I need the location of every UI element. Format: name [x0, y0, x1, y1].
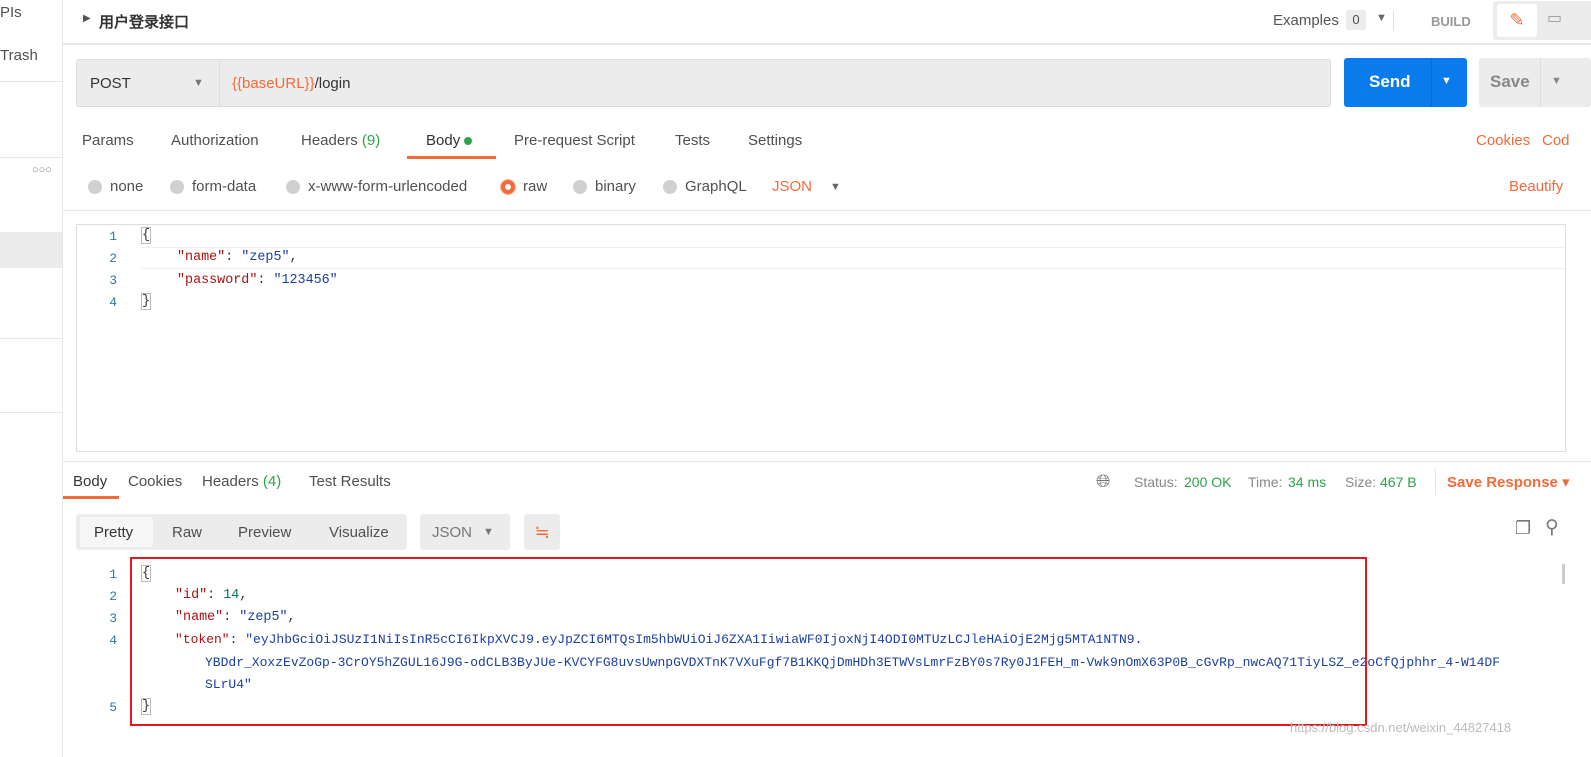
- sidebar: PIs Trash ○○○: [0, 0, 63, 757]
- sidebar-apis-item[interactable]: PIs: [0, 4, 22, 21]
- time-value: 34 ms: [1288, 474, 1327, 490]
- highlight-box: [130, 557, 1367, 726]
- tab-settings[interactable]: Settings: [748, 132, 802, 149]
- headers-count: (9): [361, 132, 381, 149]
- body-format-select[interactable]: JSON ▼: [772, 178, 841, 195]
- request-header: ▶ 用户登录接口 Examples 0 ▼ BUILD ✎ ▭: [63, 0, 1591, 45]
- view-raw[interactable]: Raw: [172, 524, 202, 541]
- request-title[interactable]: 用户登录接口: [99, 11, 189, 32]
- resp-tab-headers[interactable]: Headers (4): [202, 473, 281, 490]
- build-mode-button[interactable]: BUILD: [1431, 14, 1471, 29]
- examples-count-badge: 0: [1346, 10, 1366, 30]
- request-body-editor[interactable]: [76, 224, 1566, 452]
- size-value: 467 B: [1380, 474, 1417, 490]
- pencil-icon[interactable]: ✎: [1497, 4, 1537, 37]
- view-mode-tabs: Pretty Raw Preview Visualize: [76, 514, 407, 550]
- expand-caret-icon[interactable]: ▶: [83, 13, 91, 24]
- globe-icon[interactable]: 🌐︎: [1096, 471, 1110, 492]
- resp-tab-cookies[interactable]: Cookies: [128, 473, 182, 490]
- tab-headers[interactable]: Headers (9): [301, 132, 380, 149]
- code-link[interactable]: Cod: [1542, 132, 1570, 149]
- radio-urlencoded[interactable]: x-www-form-urlencoded: [286, 178, 467, 195]
- scrollbar[interactable]: [1562, 564, 1565, 584]
- beautify-link[interactable]: Beautify: [1509, 178, 1563, 195]
- examples-label[interactable]: Examples: [1273, 12, 1339, 29]
- view-pretty[interactable]: Pretty: [94, 524, 133, 541]
- cookies-link[interactable]: Cookies: [1476, 132, 1530, 149]
- resp-tab-body[interactable]: Body: [73, 473, 107, 490]
- radio-binary[interactable]: binary: [573, 178, 636, 195]
- radio-graphql[interactable]: GraphQL: [663, 178, 747, 195]
- radio-form-data[interactable]: form-data: [170, 178, 256, 195]
- url-variable: {{baseURL}}: [232, 75, 315, 92]
- save-dropdown-icon[interactable]: ▼: [1551, 75, 1562, 87]
- tab-body[interactable]: Body: [426, 132, 473, 149]
- examples-dropdown-icon[interactable]: ▼: [1376, 12, 1387, 24]
- active-tab-indicator: [407, 156, 496, 159]
- status-value: 200 OK: [1184, 474, 1232, 490]
- view-preview[interactable]: Preview: [238, 524, 291, 541]
- radio-raw[interactable]: raw: [501, 178, 547, 195]
- send-label: Send: [1369, 72, 1411, 91]
- url-input[interactable]: {{baseURL}}/login: [232, 75, 350, 92]
- wrap-lines-icon[interactable]: ≒: [524, 514, 560, 550]
- tab-pre-request-script[interactable]: Pre-request Script: [514, 132, 635, 149]
- method-select[interactable]: POST: [90, 75, 131, 92]
- copy-icon[interactable]: ❐: [1515, 518, 1531, 539]
- sidebar-trash-item[interactable]: Trash: [0, 47, 38, 64]
- send-button[interactable]: Send ▼: [1344, 58, 1467, 107]
- tab-label: Headers: [301, 132, 358, 149]
- save-button[interactable]: Save ▼: [1479, 58, 1591, 107]
- url-bar: POST ▼ {{baseURL}}/login: [76, 59, 1331, 107]
- save-response-button[interactable]: Save Response ▾: [1447, 473, 1570, 491]
- view-visualize[interactable]: Visualize: [329, 524, 389, 541]
- tab-label: Body: [426, 132, 461, 149]
- save-label: Save: [1490, 72, 1530, 91]
- ellipsis-icon[interactable]: ○○○: [32, 164, 52, 176]
- tab-params[interactable]: Params: [82, 132, 134, 149]
- search-icon[interactable]: ⚲: [1545, 516, 1559, 539]
- url-path: /login: [314, 75, 351, 92]
- sidebar-selected-item[interactable]: [0, 232, 62, 268]
- send-dropdown-icon[interactable]: ▼: [1441, 75, 1452, 87]
- radio-none[interactable]: none: [88, 178, 143, 195]
- tab-tests[interactable]: Tests: [675, 132, 710, 149]
- response-format-select[interactable]: JSON ▼: [420, 514, 510, 550]
- watermark: https://blog.csdn.net/weixin_44827418: [1290, 720, 1512, 735]
- tab-authorization[interactable]: Authorization: [171, 132, 259, 149]
- method-dropdown-icon[interactable]: ▼: [193, 77, 204, 89]
- body-active-dot: [464, 137, 473, 146]
- comment-icon[interactable]: ▭: [1547, 8, 1562, 28]
- resp-tab-test-results[interactable]: Test Results: [309, 473, 391, 490]
